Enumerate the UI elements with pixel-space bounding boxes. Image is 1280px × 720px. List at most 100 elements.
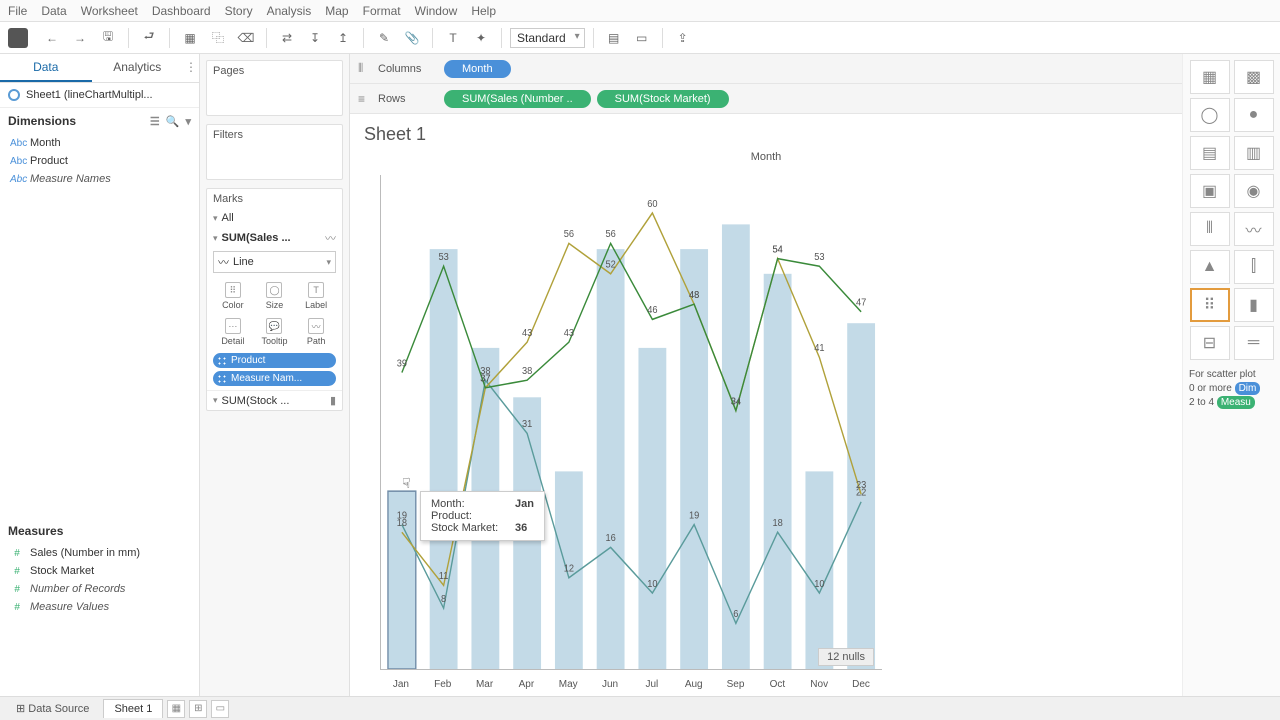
view-list-icon[interactable]: ☰ [150,115,160,128]
svg-text:48: 48 [689,290,700,302]
duplicate-icon[interactable]: ⿻ [206,26,230,50]
mark-path[interactable]: 〰Path [296,315,336,349]
mark-size[interactable]: ◯Size [255,279,295,313]
new-sheet-icon[interactable]: ▦ [167,700,185,718]
field-measure-values[interactable]: #Measure Values [4,598,195,616]
showme-toggle-icon[interactable]: ▤ [602,26,626,50]
axis-title: Month [364,151,1168,163]
cards-pane: Pages Filters Marks ▾All ▾SUM(Sales ...〰… [200,54,350,696]
menu-story[interactable]: Story [225,4,253,18]
pill-measurenames[interactable]: Measure Nam... [213,371,336,386]
mark-detail[interactable]: ⋯Detail [213,315,253,349]
sm-hbar[interactable]: ▤ [1190,136,1230,170]
dropdown-icon[interactable]: ▾ [185,115,191,128]
svg-text:53: 53 [438,252,449,264]
new-story-icon[interactable]: ▭ [211,700,229,718]
menu-worksheet[interactable]: Worksheet [81,4,138,18]
sm-histogram[interactable]: ▮ [1234,288,1274,322]
sm-map2[interactable]: ● [1234,98,1274,132]
sm-circle[interactable]: ◉ [1234,174,1274,208]
tab-sheet1[interactable]: Sheet 1 [103,699,163,718]
sort-desc-icon[interactable]: ↥ [331,26,355,50]
menu-dashboard[interactable]: Dashboard [152,4,211,18]
sm-heatmap[interactable]: ▩ [1234,60,1274,94]
menu-format[interactable]: Format [363,4,401,18]
forward-icon[interactable]: → [68,26,92,50]
pill-sum-sales[interactable]: SUM(Sales (Number .. [444,90,591,108]
chart-plot[interactable]: 1983831121610196181022181137435652604834… [380,175,882,670]
new-dashboard-icon[interactable]: ⊞ [189,700,207,718]
share-icon[interactable]: ⇪ [671,26,695,50]
pill-month[interactable]: Month [444,60,511,78]
marks-card: Marks ▾All ▾SUM(Sales ...〰 〰Line ⠿Color◯… [206,188,343,411]
field-stock-market[interactable]: #Stock Market [4,562,195,580]
new-worksheet-icon[interactable]: ▦ [178,26,202,50]
sheet-title[interactable]: Sheet 1 [350,114,1182,151]
filters-card[interactable]: Filters [206,124,343,180]
svg-text:23: 23 [856,480,867,492]
back-icon[interactable]: ← [40,26,64,50]
menu-data[interactable]: Data [41,4,66,18]
svg-text:34: 34 [731,396,742,408]
mark-tooltip[interactable]: 💬Tooltip [255,315,295,349]
sm-stackbar[interactable]: ▥ [1234,136,1274,170]
mark-type-dropdown[interactable]: 〰Line [213,251,336,273]
field-sales-number-in-mm-[interactable]: #Sales (Number in mm) [4,544,195,562]
sm-gantt[interactable]: ═ [1234,326,1274,360]
sm-side[interactable]: ⦀ [1190,212,1230,246]
new-datasource-icon[interactable]: ⮐ [137,26,161,50]
marks-sales[interactable]: ▾SUM(Sales ...〰 [207,227,342,249]
sm-treemap[interactable]: ▣ [1190,174,1230,208]
svg-text:39: 39 [397,358,407,370]
labels-icon[interactable]: T [441,26,465,50]
marks-stock[interactable]: ▾SUM(Stock ...▮ [207,390,342,410]
menu-map[interactable]: Map [325,4,348,18]
clear-icon[interactable]: ⌫ [234,26,258,50]
swap-icon[interactable]: ⇄ [275,26,299,50]
tab-datasource[interactable]: ⊞ Data Source [6,699,99,718]
tab-analytics[interactable]: Analytics [92,54,184,82]
dimensions-header: Dimensions [8,114,76,128]
group-icon[interactable]: 📎 [400,26,424,50]
mark-label[interactable]: TLabel [296,279,336,313]
svg-text:6: 6 [733,609,739,621]
highlight-icon[interactable]: ✎ [372,26,396,50]
sm-line[interactable]: 〰 [1234,212,1274,246]
menu-file[interactable]: File [8,4,27,18]
menu-window[interactable]: Window [415,4,458,18]
svg-text:56: 56 [605,229,616,241]
sort-asc-icon[interactable]: ↧ [303,26,327,50]
menu-help[interactable]: Help [471,4,496,18]
save-icon[interactable]: 🖫 [96,26,120,50]
pages-card[interactable]: Pages [206,60,343,116]
svg-text:10: 10 [647,578,658,590]
pill-sum-stock[interactable]: SUM(Stock Market) [597,90,729,108]
marks-all[interactable]: ▾All [207,209,342,227]
sm-map1[interactable]: ◯ [1190,98,1230,132]
datasource-item[interactable]: Sheet1 (lineChartMultipl... [0,83,199,108]
field-number-of-records[interactable]: #Number of Records [4,580,195,598]
pin-icon[interactable]: ✦ [469,26,493,50]
columns-shelf[interactable]: ⦀ Columns Month [350,54,1182,84]
sm-dual[interactable]: ⫿ [1234,250,1274,284]
mark-color[interactable]: ⠿Color [213,279,253,313]
menubar: File Data Worksheet Dashboard Story Anal… [0,0,1280,22]
sm-area[interactable]: ▲ [1190,250,1230,284]
rows-shelf[interactable]: ≡ Rows SUM(Sales (Number .. SUM(Stock Ma… [350,84,1182,114]
sm-scatter[interactable]: ⠿ [1190,288,1230,322]
field-product[interactable]: AbcProduct [4,152,195,170]
pane-menu-icon[interactable]: ⋮ [183,54,199,82]
menu-analysis[interactable]: Analysis [267,4,312,18]
sm-box[interactable]: ⊟ [1190,326,1230,360]
svg-text:52: 52 [605,259,615,271]
field-measure-names[interactable]: AbcMeasure Names [4,170,195,188]
pill-product[interactable]: Product [213,353,336,368]
field-month[interactable]: AbcMonth [4,134,195,152]
tab-data[interactable]: Data [0,54,92,82]
nulls-badge[interactable]: 12 nulls [818,648,874,666]
sm-text-table[interactable]: ▦ [1190,60,1230,94]
measures-header: Measures [8,524,63,538]
search-icon[interactable]: 🔍 [166,115,180,128]
fit-dropdown[interactable]: Standard [510,28,585,48]
present-icon[interactable]: ▭ [630,26,654,50]
